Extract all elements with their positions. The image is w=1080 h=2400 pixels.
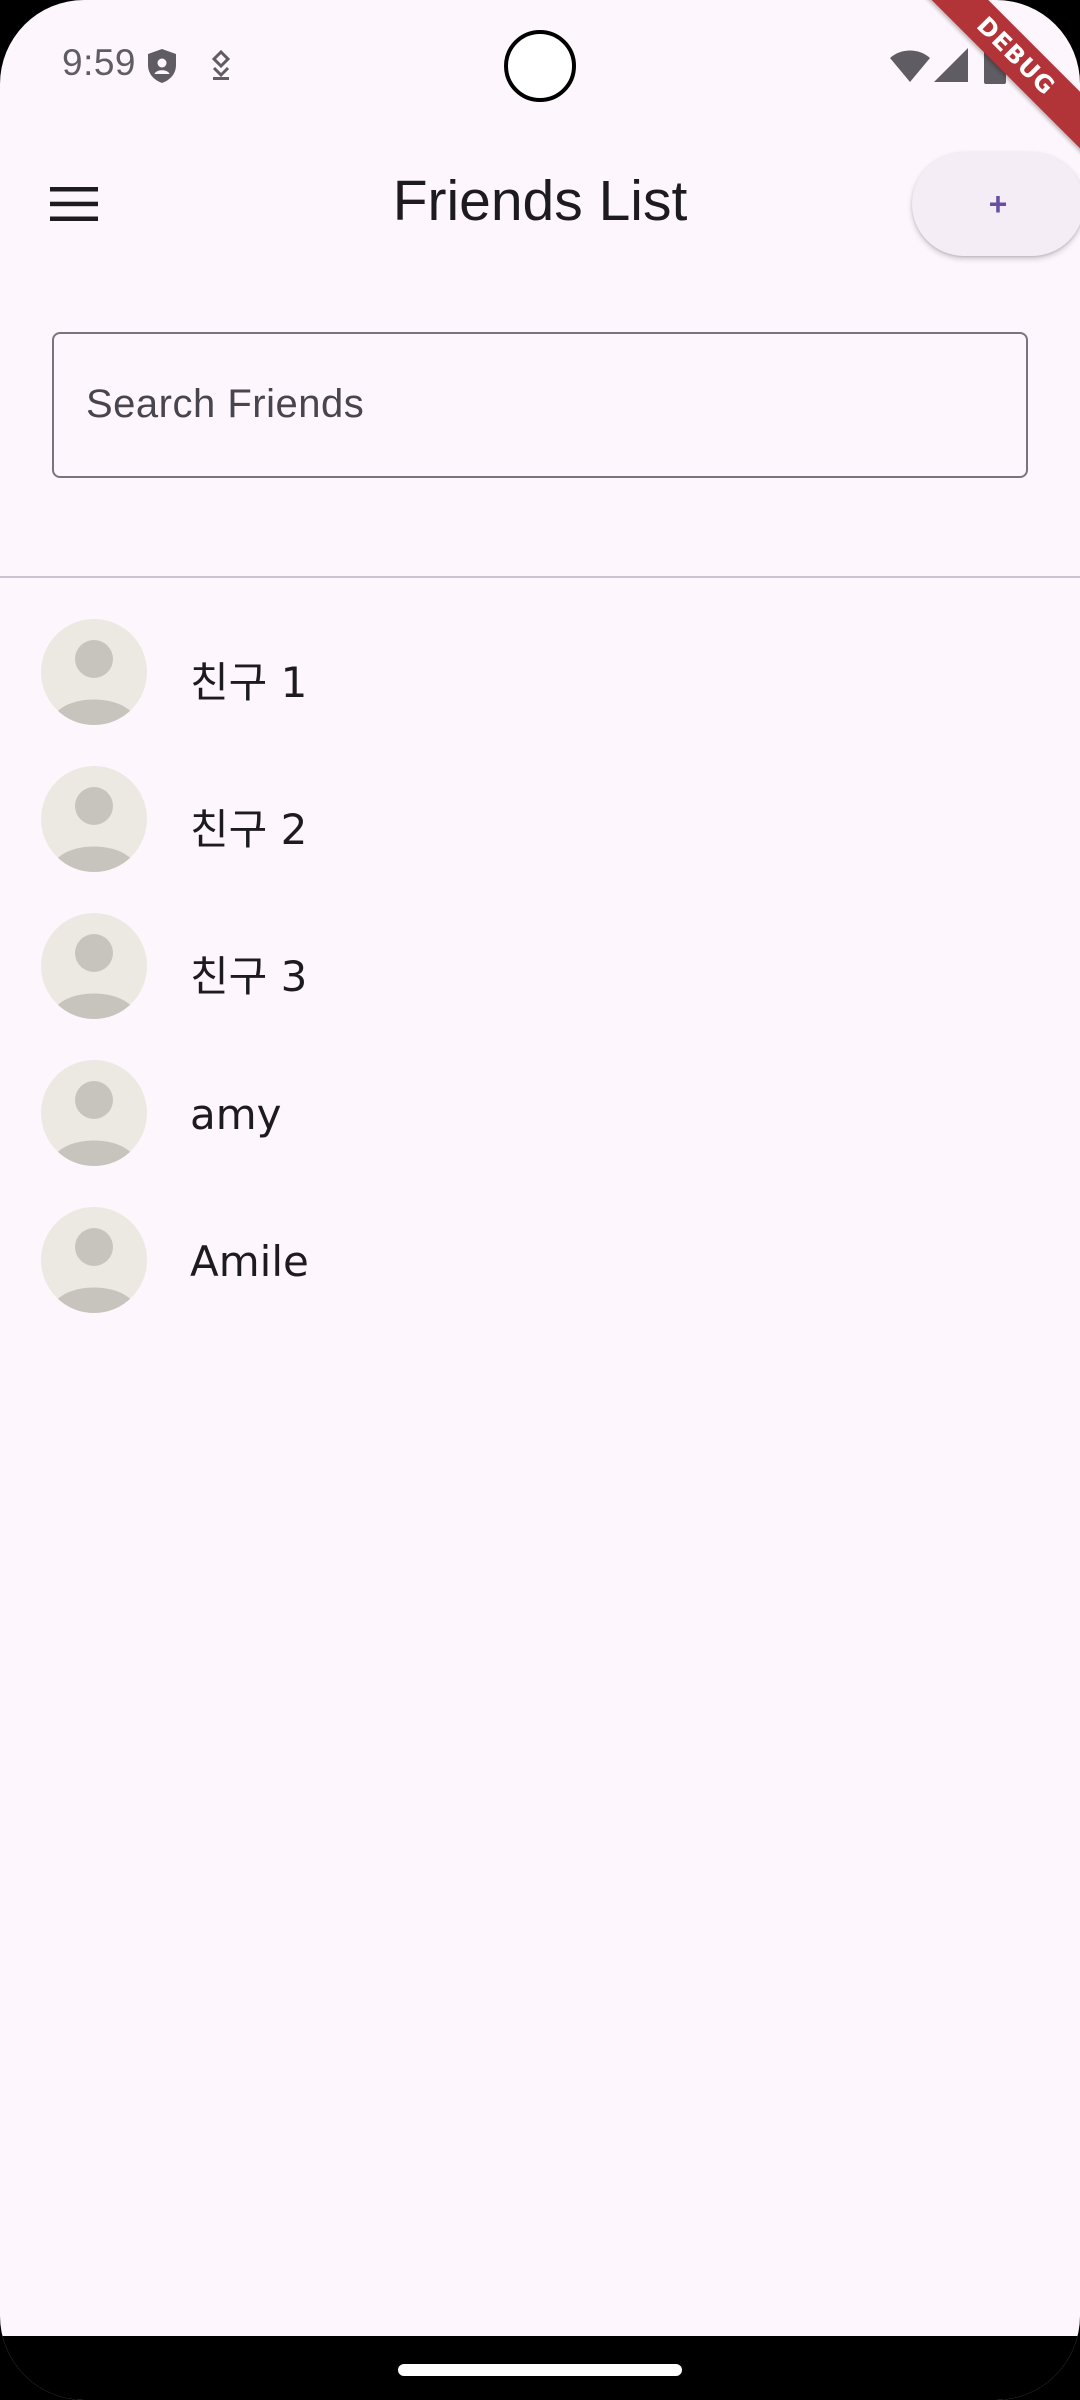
list-item[interactable]: 친구 2 — [0, 746, 1080, 893]
status-bar: 9:59 DEBUG — [0, 0, 1080, 163]
home-indicator[interactable] — [398, 2364, 682, 2376]
friend-name: amy — [190, 1090, 282, 1139]
person-placeholder-icon — [41, 1207, 147, 1313]
divider — [0, 576, 1080, 578]
cell-signal-icon — [934, 48, 968, 87]
friend-name: 친구 1 — [190, 658, 308, 707]
friend-list: 친구 1 친구 2 친구 3 amy Amile — [0, 599, 1080, 1334]
shield-icon — [146, 48, 178, 89]
app-bar: Friends List + — [0, 132, 1080, 280]
status-time: 9:59 — [62, 42, 137, 83]
person-placeholder-icon — [41, 766, 147, 872]
search-input[interactable]: Search Friends — [52, 332, 1028, 478]
wifi-icon — [890, 50, 930, 87]
friend-name: 친구 3 — [190, 952, 308, 1001]
list-item[interactable]: 친구 1 — [0, 599, 1080, 746]
tether-icon — [206, 49, 236, 87]
front-camera — [504, 30, 576, 102]
person-placeholder-icon — [41, 913, 147, 1019]
friend-name: Amile — [190, 1237, 309, 1286]
search-placeholder: Search Friends — [86, 382, 365, 426]
list-item[interactable]: amy — [0, 1040, 1080, 1187]
list-item[interactable]: Amile — [0, 1187, 1080, 1334]
app-screen: 9:59 DEBUG Friends List + Search Friends… — [0, 0, 1080, 2400]
person-placeholder-icon — [41, 619, 147, 725]
friend-name: 친구 2 — [190, 805, 308, 854]
add-friend-button[interactable]: + — [912, 152, 1080, 256]
person-placeholder-icon — [41, 1060, 147, 1166]
list-item[interactable]: 친구 3 — [0, 893, 1080, 1040]
